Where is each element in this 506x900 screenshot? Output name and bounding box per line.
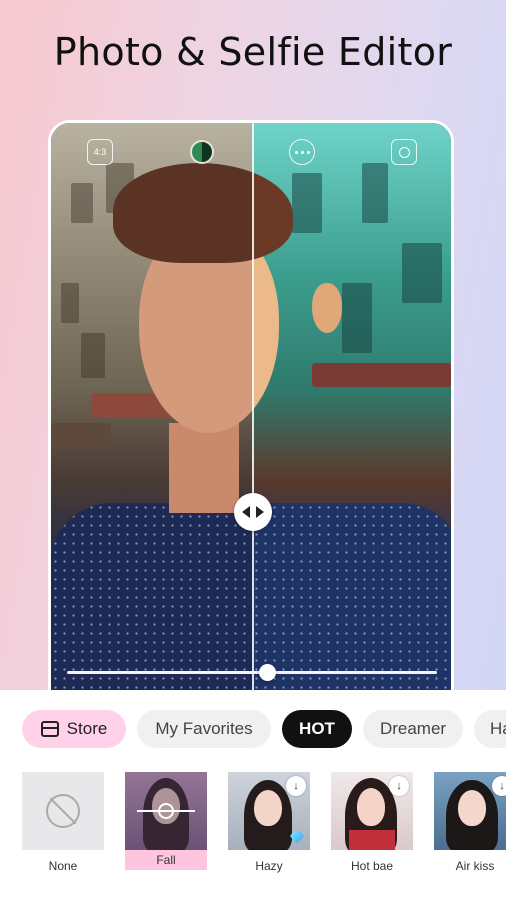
edited-photo-half [252, 123, 451, 717]
original-photo-half [51, 123, 252, 717]
filter-label: Hot bae [350, 859, 394, 873]
tab-partial[interactable]: Ha [474, 710, 506, 748]
download-icon[interactable]: ↓ [389, 776, 409, 796]
download-icon[interactable]: ↓ [492, 776, 506, 796]
filter-label: Fall [125, 850, 207, 870]
tab-dreamer[interactable]: Dreamer [363, 710, 463, 748]
filter-hazy[interactable]: ↓ Hazy [228, 772, 310, 876]
aspect-ratio-icon[interactable]: 4:3 [87, 139, 113, 165]
tab-store[interactable]: Store [22, 710, 126, 748]
tab-label: Store [66, 719, 108, 738]
premium-gem-icon [290, 832, 304, 844]
filter-hot-bae[interactable]: ↓ Hot bae [331, 772, 413, 876]
filter-none[interactable]: None [22, 772, 104, 876]
tab-label: HOT [299, 719, 335, 738]
camera-icon[interactable] [391, 139, 417, 165]
tab-hot[interactable]: HOT [282, 710, 352, 748]
photo-preview[interactable]: 4:3 [48, 120, 454, 720]
filter-panel: Store My Favorites HOT Dreamer Ha None [0, 690, 506, 900]
filter-thumbnail: ↓ [331, 772, 413, 850]
intensity-slider[interactable] [67, 671, 437, 674]
filter-air-kiss[interactable]: ↓ Air kiss [434, 772, 506, 876]
more-options-icon[interactable] [289, 139, 315, 165]
compare-divider[interactable] [252, 123, 254, 717]
none-icon [46, 794, 80, 828]
adjust-knob-icon [158, 803, 174, 819]
download-icon[interactable]: ↓ [286, 776, 306, 796]
filter-list: None Fall ↓ Hazy ↓ Hot bae ↓ Air kiss [0, 772, 506, 882]
tab-label: Dreamer [379, 719, 447, 738]
original-toggle-icon[interactable] [190, 140, 214, 164]
store-icon [40, 721, 59, 737]
filter-thumbnail [22, 772, 104, 850]
category-tabs: Store My Favorites HOT Dreamer Ha [0, 710, 506, 748]
filter-label: Hazy [255, 859, 283, 873]
intensity-slider-thumb[interactable] [259, 664, 276, 681]
filter-label: None [48, 859, 78, 873]
tab-label: Ha [490, 719, 506, 738]
compare-arrows-icon[interactable] [234, 493, 272, 531]
tab-my-favorites[interactable]: My Favorites [137, 710, 271, 748]
filter-fall[interactable]: Fall [125, 772, 207, 870]
tab-label: My Favorites [155, 719, 253, 738]
filter-thumbnail: ↓ [434, 772, 506, 850]
filter-label: Air kiss [455, 859, 495, 873]
filter-thumbnail [125, 772, 207, 850]
page-title: Photo & Selfie Editor [53, 30, 453, 74]
filter-thumbnail: ↓ [228, 772, 310, 850]
